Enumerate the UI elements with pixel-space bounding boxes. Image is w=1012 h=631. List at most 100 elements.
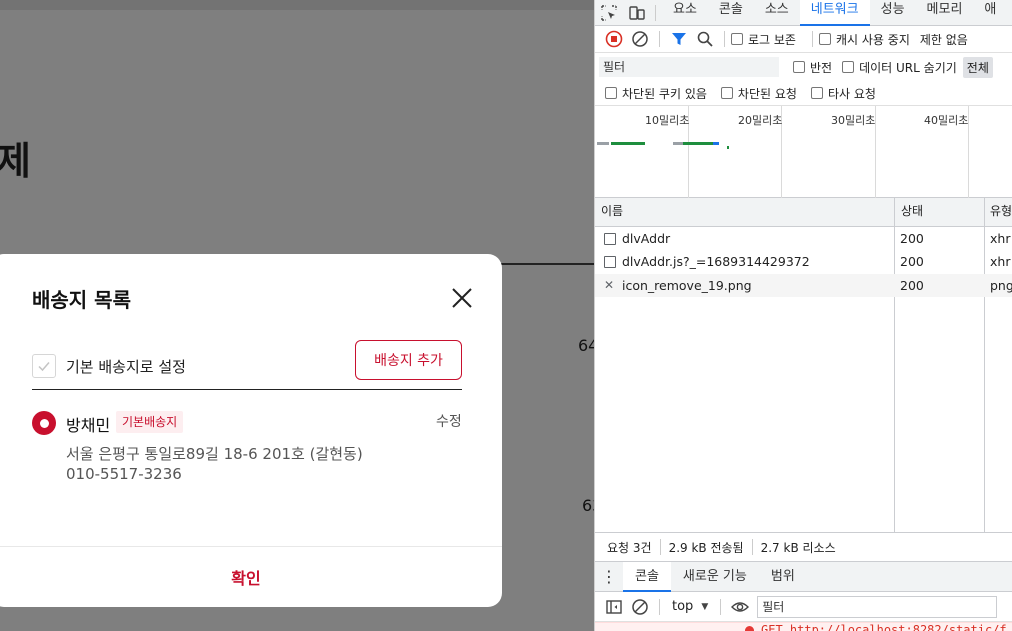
request-row[interactable]: ✕ icon_remove_19.png 200 png bbox=[595, 274, 1012, 297]
console-filter-input[interactable] bbox=[757, 595, 998, 618]
request-name: icon_remove_19.png bbox=[622, 278, 752, 293]
modal-title: 배송지 목록 bbox=[32, 288, 131, 312]
timeline-bar bbox=[727, 146, 729, 149]
column-type[interactable]: 유형 bbox=[984, 198, 1012, 226]
throttling-select[interactable]: 제한 없음 bbox=[920, 31, 968, 48]
record-icon[interactable] bbox=[601, 26, 627, 52]
request-row[interactable]: dlvAddr 200 xhr bbox=[595, 227, 1012, 250]
error-icon bbox=[745, 626, 754, 631]
document-icon bbox=[604, 256, 616, 268]
context-selector[interactable]: top ▼ bbox=[672, 599, 708, 614]
preserve-log-label: 로그 보존 bbox=[748, 32, 796, 47]
tab-memory[interactable]: 메모리 bbox=[916, 0, 974, 26]
toolbar-separator bbox=[724, 31, 725, 47]
confirm-button[interactable]: 확인 bbox=[0, 547, 502, 607]
address-line: 서울 은평구 통일로89길 18-6 201호 (갈현동) bbox=[66, 445, 363, 463]
hide-data-urls-checkbox[interactable]: 데이터 URL 숨기기 bbox=[842, 59, 957, 76]
page-number-1: 64 bbox=[578, 336, 594, 355]
document-icon bbox=[604, 233, 616, 245]
eye-icon[interactable] bbox=[727, 594, 753, 620]
type-filter-all[interactable]: 전체 bbox=[962, 56, 993, 78]
blocked-cookies-checkbox[interactable]: 차단된 쿠키 있음 bbox=[605, 85, 707, 102]
check-icon bbox=[38, 362, 50, 372]
page-divider bbox=[500, 263, 594, 265]
sidebar-toggle-icon[interactable] bbox=[601, 594, 627, 620]
filter-bar: 반전 데이터 URL 숨기기 전체 bbox=[595, 53, 1012, 81]
page-background: 제 64 63 배송지 목록 기본 배송지로 설정 배송지 추가 방채민 기본배… bbox=[0, 0, 594, 631]
clear-console-icon[interactable] bbox=[627, 594, 653, 620]
drawer-tab-coverage[interactable]: 범위 bbox=[759, 562, 807, 592]
request-name: dlvAddr.js?_=1689314429372 bbox=[622, 254, 810, 269]
default-address-badge: 기본배송지 bbox=[116, 411, 184, 433]
console-error-message: GET http://localhost:8282/static/f bbox=[595, 622, 1012, 631]
toolbar-separator bbox=[655, 4, 656, 21]
request-status: 200 bbox=[900, 278, 924, 293]
request-type: xhr bbox=[990, 254, 1011, 269]
network-filter-input[interactable] bbox=[599, 57, 779, 77]
tab-console[interactable]: 콘솔 bbox=[708, 0, 754, 26]
blocked-requests-label: 차단된 요청 bbox=[737, 86, 797, 101]
tab-sources[interactable]: 소스 bbox=[754, 0, 800, 26]
request-type: xhr bbox=[990, 231, 1011, 246]
context-label: top bbox=[672, 599, 694, 614]
blocked-requests-checkbox[interactable]: 차단된 요청 bbox=[720, 85, 797, 102]
request-type: png bbox=[990, 278, 1012, 293]
add-address-button[interactable]: 배송지 추가 bbox=[355, 340, 462, 380]
toolbar-separator bbox=[720, 598, 722, 615]
recipient-name: 방채민 bbox=[66, 416, 111, 435]
network-overview-timeline[interactable]: 10밀리초 20밀리초 30밀리초 40밀리초 bbox=[595, 106, 1012, 198]
modal-divider bbox=[32, 389, 462, 390]
tab-performance[interactable]: 성능 bbox=[870, 0, 916, 26]
toolbar-separator bbox=[659, 31, 660, 47]
filter-bar-secondary: 차단된 쿠키 있음 차단된 요청 타사 요청 bbox=[595, 81, 1012, 106]
third-party-label: 타사 요청 bbox=[827, 86, 876, 101]
close-icon[interactable] bbox=[448, 284, 476, 312]
transferred-size: 2.9 kB 전송됨 bbox=[668, 540, 744, 555]
search-icon[interactable] bbox=[692, 26, 718, 52]
invert-label: 반전 bbox=[810, 60, 833, 75]
timeline-bar bbox=[597, 142, 609, 145]
third-party-checkbox[interactable]: 타사 요청 bbox=[810, 85, 876, 102]
network-summary-bar: 요청 3건 2.9 kB 전송됨 2.7 kB 리소스 bbox=[595, 532, 1012, 561]
preserve-log-checkbox[interactable]: 로그 보존 bbox=[731, 31, 796, 48]
toolbar-separator bbox=[811, 31, 813, 47]
drawer-tab-console[interactable]: 콘솔 bbox=[623, 561, 671, 592]
blocked-cookies-label: 차단된 쿠키 있음 bbox=[622, 86, 707, 101]
device-toolbar-icon[interactable] bbox=[623, 0, 651, 26]
devtools-panel: 요소 콘솔 소스 네트워크 성능 메모리 애 로그 보존 캐시 사용 중지 제한… bbox=[594, 0, 1012, 631]
request-name: dlvAddr bbox=[622, 231, 671, 246]
image-icon: ✕ bbox=[604, 278, 615, 292]
timeline-bar bbox=[683, 142, 717, 145]
invert-checkbox[interactable]: 반전 bbox=[793, 59, 832, 76]
default-address-checkbox[interactable] bbox=[32, 354, 56, 378]
column-status[interactable]: 상태 bbox=[895, 198, 923, 226]
clear-icon[interactable] bbox=[627, 26, 653, 52]
devtools-tab-bar: 요소 콘솔 소스 네트워크 성능 메모리 애 bbox=[595, 0, 1012, 26]
column-name[interactable]: 이름 bbox=[595, 198, 623, 226]
more-menu-icon[interactable]: ⋮ bbox=[595, 567, 623, 586]
timeline-bar bbox=[611, 142, 645, 145]
request-table-header: 이름 상태 유형 bbox=[595, 198, 1012, 227]
filter-icon[interactable] bbox=[666, 26, 692, 52]
address-radio[interactable] bbox=[32, 411, 56, 435]
request-row[interactable]: dlvAddr.js?_=1689314429372 200 xhr bbox=[595, 250, 1012, 273]
timeline-label: 30밀리초 bbox=[831, 114, 876, 127]
toolbar-separator bbox=[659, 598, 660, 615]
tab-application[interactable]: 애 bbox=[973, 0, 1007, 26]
timeline-label: 10밀리초 bbox=[645, 114, 690, 127]
edit-address-link[interactable]: 수정 bbox=[436, 411, 462, 431]
default-address-label: 기본 배송지로 설정 bbox=[66, 357, 186, 376]
default-address-option[interactable]: 기본 배송지로 설정 bbox=[32, 354, 186, 378]
drawer-tab-whats-new[interactable]: 새로운 기능 bbox=[671, 562, 759, 592]
timeline-label: 20밀리초 bbox=[738, 114, 783, 127]
disable-cache-checkbox[interactable]: 캐시 사용 중지 bbox=[818, 31, 910, 48]
tab-network[interactable]: 네트워크 bbox=[799, 0, 870, 26]
request-count: 요청 3건 bbox=[607, 540, 652, 555]
tab-elements[interactable]: 요소 bbox=[662, 0, 708, 26]
page-heading: 제 bbox=[0, 139, 32, 183]
timeline-bar bbox=[713, 142, 719, 145]
phone-number: 010-5517-3236 bbox=[66, 465, 182, 483]
inspect-element-icon[interactable] bbox=[595, 0, 623, 26]
hide-data-urls-label: 데이터 URL 숨기기 bbox=[859, 60, 957, 75]
resource-size: 2.7 kB 리소스 bbox=[760, 540, 836, 555]
